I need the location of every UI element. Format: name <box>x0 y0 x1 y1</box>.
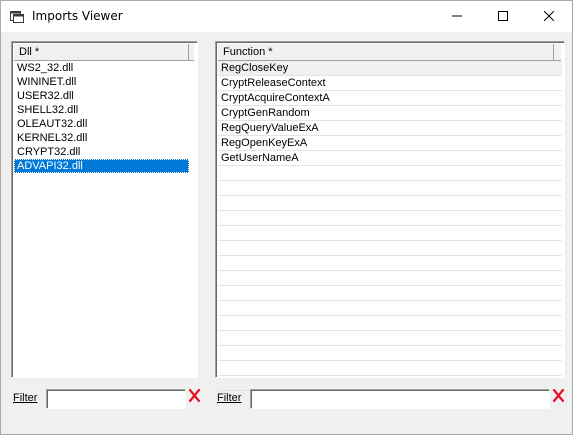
function-list-empty-row <box>218 241 562 256</box>
function-list[interactable]: Function * RegCloseKey CryptReleaseContex… <box>215 41 565 391</box>
function-column-header-filler <box>554 44 561 61</box>
clear-x-icon <box>188 388 200 407</box>
function-rows: RegCloseKey CryptReleaseContext CryptAcqui… <box>218 61 562 391</box>
dll-list-item[interactable]: ADVAPI32.dll <box>14 159 189 173</box>
function-list-empty-row <box>218 346 562 361</box>
dll-list-item[interactable]: KERNEL32.dll <box>14 131 189 145</box>
dll-list-item[interactable]: WS2_32.dll <box>14 61 189 75</box>
close-button[interactable] <box>526 1 572 32</box>
function-list-item[interactable]: RegOpenKeyExA <box>218 136 562 151</box>
dll-list-item[interactable]: OLEAUT32.dll <box>14 117 189 131</box>
minimize-icon <box>452 8 462 26</box>
dll-list-item[interactable]: SHELL32.dll <box>14 103 189 117</box>
imports-viewer-window: Imports Viewer Dll * WS2_32.dll WININET.d… <box>0 0 573 435</box>
function-list-empty-row <box>218 226 562 241</box>
dll-column-header[interactable]: Dll * <box>14 44 189 61</box>
function-list-empty-row <box>218 301 562 316</box>
function-list-item[interactable]: CryptReleaseContext <box>218 76 562 91</box>
dll-filter-label: Filter <box>13 392 38 404</box>
maximize-icon <box>498 8 508 26</box>
function-list-empty-row <box>218 181 562 196</box>
minimize-button[interactable] <box>434 1 480 32</box>
function-list-empty-row <box>218 286 562 301</box>
function-list-empty-row <box>218 196 562 211</box>
function-filter-label: Filter <box>217 392 242 404</box>
dll-filter-input[interactable] <box>46 389 186 409</box>
function-list-empty-row <box>218 166 562 181</box>
function-list-empty-row <box>218 361 562 376</box>
function-list-item[interactable]: CryptAcquireContextA <box>218 91 562 106</box>
dll-list-item[interactable]: CRYPT32.dll <box>14 145 189 159</box>
dll-rows: WS2_32.dll WININET.dll USER32.dll SHELL32.d… <box>14 61 195 173</box>
function-list-empty-row <box>218 331 562 346</box>
function-filter-clear-button[interactable] <box>551 388 565 407</box>
clear-x-icon <box>552 388 564 407</box>
app-window-icon <box>10 10 24 23</box>
function-list-empty-row <box>218 211 562 226</box>
dll-list-item[interactable]: WININET.dll <box>14 75 189 89</box>
function-list-empty-row <box>218 271 562 286</box>
dll-list[interactable]: Dll * WS2_32.dll WININET.dll USER32.dll SHE… <box>11 41 198 378</box>
function-filter-input[interactable] <box>250 389 550 409</box>
dll-column-header-filler <box>189 44 194 61</box>
dll-filter-clear-button[interactable] <box>187 388 201 407</box>
function-list-empty-row <box>218 316 562 331</box>
dll-list-item[interactable]: USER32.dll <box>14 89 189 103</box>
function-list-item[interactable]: GetUserNameA <box>218 151 562 166</box>
function-column-header[interactable]: Function * <box>218 44 554 61</box>
function-list-empty-row <box>218 256 562 271</box>
function-list-item[interactable]: RegCloseKey <box>218 61 562 76</box>
maximize-button[interactable] <box>480 1 526 32</box>
close-icon <box>543 8 555 26</box>
function-list-item[interactable]: RegQueryValueExA <box>218 121 562 136</box>
window-title: Imports Viewer <box>32 9 123 23</box>
function-list-item[interactable]: CryptGenRandom <box>218 106 562 121</box>
title-bar[interactable]: Imports Viewer <box>1 1 572 32</box>
